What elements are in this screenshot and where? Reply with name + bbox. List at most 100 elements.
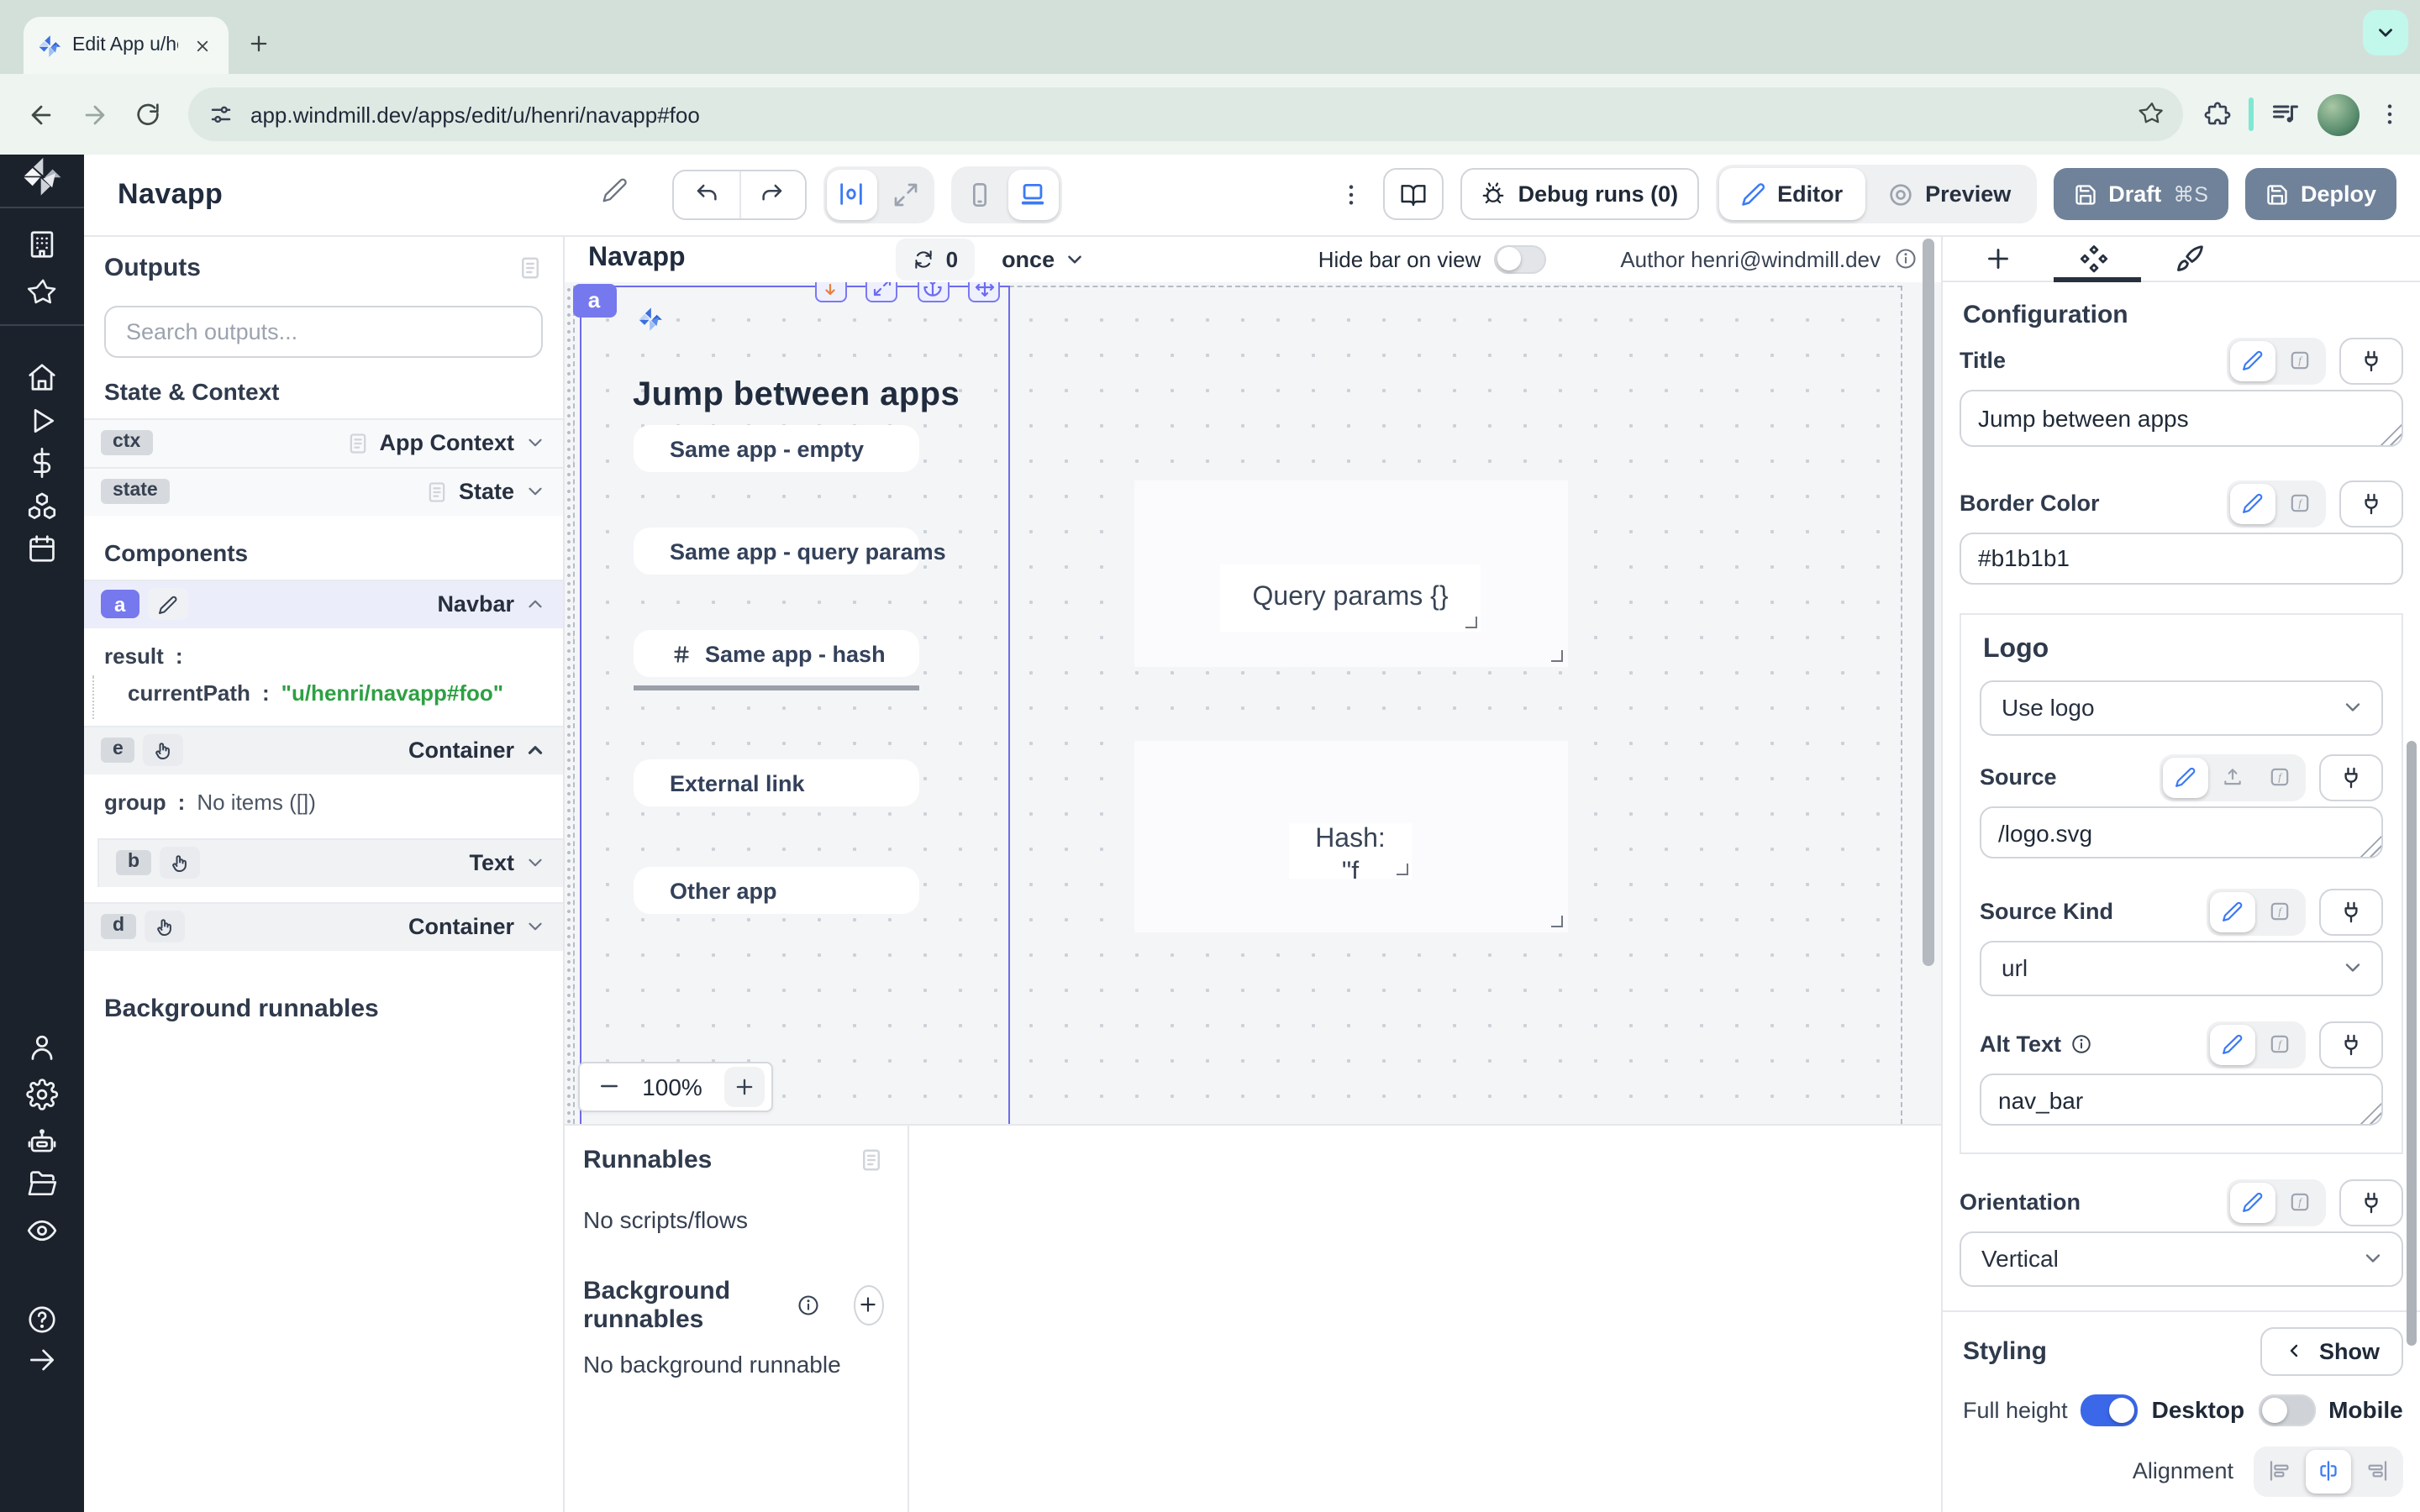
styling-show-button[interactable]: Show bbox=[2260, 1326, 2403, 1375]
fn-mode-button[interactable] bbox=[2257, 891, 2302, 932]
full-height-mobile-toggle[interactable] bbox=[2258, 1394, 2315, 1425]
source-input[interactable]: /logo.svg bbox=[1980, 806, 2383, 858]
edit-id-icon[interactable] bbox=[147, 588, 187, 620]
hash-container[interactable]: Hash: "f bbox=[1134, 740, 1568, 932]
redo-button[interactable] bbox=[739, 171, 804, 218]
component-id-tag[interactable]: a bbox=[572, 283, 616, 317]
selected-navbar-component[interactable]: a Jump between apps Same app - empty Sam… bbox=[579, 286, 1009, 1123]
anchor-component-icon[interactable] bbox=[917, 281, 949, 302]
component-row-container-e[interactable]: e Container bbox=[84, 725, 563, 774]
fn-mode-button[interactable] bbox=[2257, 1024, 2302, 1064]
resize-corner-icon[interactable] bbox=[1465, 616, 1477, 627]
align-left-button[interactable] bbox=[2257, 1449, 2302, 1493]
orientation-select[interactable]: Vertical bbox=[1960, 1231, 2403, 1286]
logo-select[interactable]: Use logo bbox=[1980, 680, 2383, 735]
info-icon[interactable] bbox=[2070, 1033, 2091, 1055]
address-bar[interactable]: app.windmill.dev/apps/edit/u/henri/navap… bbox=[188, 87, 2183, 141]
component-row-container-d[interactable]: d Container bbox=[84, 901, 563, 950]
component-row-navbar[interactable]: a Navbar bbox=[84, 579, 563, 627]
editor-tab[interactable]: Editor bbox=[1718, 169, 1865, 221]
rename-app-icon[interactable] bbox=[601, 177, 628, 213]
state-row[interactable]: state State bbox=[84, 466, 563, 515]
connect-input-button[interactable] bbox=[2319, 1021, 2383, 1068]
upload-mode-button[interactable] bbox=[2210, 757, 2255, 797]
static-mode-button[interactable] bbox=[2230, 340, 2275, 381]
align-right-button[interactable] bbox=[2354, 1449, 2400, 1493]
static-mode-button[interactable] bbox=[2230, 1182, 2275, 1222]
docs-button[interactable] bbox=[1384, 169, 1444, 221]
centered-layout-button[interactable] bbox=[826, 170, 876, 220]
extensions-icon[interactable] bbox=[2203, 100, 2232, 129]
info-icon[interactable] bbox=[797, 1293, 820, 1316]
tab-close-icon[interactable] bbox=[188, 32, 215, 59]
border-color-input[interactable] bbox=[1960, 532, 2403, 584]
chevron-up-icon[interactable] bbox=[524, 593, 546, 615]
component-row-text-b[interactable]: b Text bbox=[97, 837, 563, 886]
resize-corner-icon[interactable] bbox=[1397, 863, 1408, 874]
query-params-container[interactable]: Query params {} bbox=[1134, 480, 1568, 666]
help-icon[interactable] bbox=[26, 1304, 58, 1336]
align-center-button[interactable] bbox=[2306, 1449, 2351, 1493]
tab-search-button[interactable] bbox=[2363, 10, 2408, 55]
forward-button[interactable] bbox=[71, 91, 118, 138]
windmill-logo-icon[interactable] bbox=[20, 155, 64, 198]
nav-link-same-app-empty[interactable]: Same app - empty bbox=[633, 425, 918, 472]
resize-corner-icon[interactable] bbox=[1551, 649, 1563, 661]
apps-icon[interactable] bbox=[26, 228, 58, 260]
refresh-mode-select[interactable]: once bbox=[1002, 246, 1085, 271]
undo-button[interactable] bbox=[673, 171, 739, 218]
nav-link-other-app[interactable]: Other app bbox=[633, 867, 918, 914]
hide-bar-toggle[interactable] bbox=[1494, 244, 1546, 273]
hash-text-component[interactable]: Hash: "f bbox=[1289, 822, 1412, 878]
media-playlist-icon[interactable] bbox=[2270, 99, 2301, 129]
variables-icon[interactable] bbox=[26, 447, 58, 479]
new-tab-button[interactable] bbox=[239, 24, 279, 64]
refresh-count-button[interactable]: 0 bbox=[896, 238, 975, 280]
reload-button[interactable] bbox=[124, 91, 171, 138]
deploy-button[interactable]: Deploy bbox=[2245, 169, 2396, 221]
mobile-view-button[interactable] bbox=[954, 170, 1004, 220]
static-mode-button[interactable] bbox=[2210, 1024, 2255, 1064]
search-outputs-input[interactable] bbox=[123, 317, 524, 345]
fn-mode-button[interactable] bbox=[2277, 1182, 2323, 1222]
schedules-icon[interactable] bbox=[26, 533, 58, 564]
preview-tab[interactable]: Preview bbox=[1865, 169, 2033, 221]
zoom-in-button[interactable] bbox=[723, 1066, 764, 1106]
browser-menu-icon[interactable] bbox=[2376, 101, 2403, 128]
connect-input-button[interactable] bbox=[2339, 337, 2403, 384]
static-mode-button[interactable] bbox=[2210, 891, 2255, 932]
resize-corner-icon[interactable] bbox=[1551, 915, 1563, 927]
chevron-down-icon[interactable] bbox=[524, 916, 546, 937]
insert-component-tab[interactable] bbox=[1983, 243, 2013, 273]
users-icon[interactable] bbox=[26, 1032, 58, 1063]
full-height-desktop-toggle[interactable] bbox=[2081, 1394, 2139, 1425]
runs-icon[interactable] bbox=[26, 405, 58, 437]
title-input[interactable]: Jump between apps bbox=[1960, 389, 2403, 446]
global-styling-tab[interactable] bbox=[2175, 243, 2205, 273]
folders-icon[interactable] bbox=[26, 1168, 58, 1200]
home-icon[interactable] bbox=[26, 361, 58, 393]
app-canvas[interactable]: a Jump between apps Same app - empty Sam… bbox=[565, 281, 1941, 1123]
connect-input-button[interactable] bbox=[2339, 1179, 2403, 1226]
connect-input-button[interactable] bbox=[2339, 480, 2403, 527]
expand-component-icon[interactable] bbox=[865, 281, 897, 302]
fn-mode-button[interactable] bbox=[2277, 483, 2323, 523]
nav-link-external[interactable]: External link bbox=[633, 759, 918, 806]
nav-link-same-app-query-params[interactable]: Same app - query params bbox=[633, 528, 918, 575]
workers-icon[interactable] bbox=[26, 1126, 58, 1158]
connect-input-button[interactable] bbox=[2319, 888, 2383, 935]
hand-pointer-icon[interactable] bbox=[144, 734, 184, 766]
ctx-row[interactable]: ctx App Context bbox=[84, 417, 563, 466]
chevron-down-icon[interactable] bbox=[524, 852, 546, 874]
static-mode-button[interactable] bbox=[2163, 757, 2208, 797]
bookmark-star-icon[interactable] bbox=[2129, 92, 2173, 136]
avatar[interactable] bbox=[2317, 93, 2360, 135]
hand-pointer-icon[interactable] bbox=[145, 911, 185, 942]
resources-icon[interactable] bbox=[26, 491, 58, 522]
collapse-rail-icon[interactable] bbox=[26, 1344, 58, 1376]
chevron-up-icon[interactable] bbox=[524, 739, 546, 761]
more-options-icon[interactable] bbox=[1337, 173, 1367, 217]
chevron-down-icon[interactable] bbox=[524, 480, 546, 502]
dock-bottom-icon[interactable] bbox=[814, 281, 846, 302]
connect-input-button[interactable] bbox=[2319, 753, 2383, 801]
